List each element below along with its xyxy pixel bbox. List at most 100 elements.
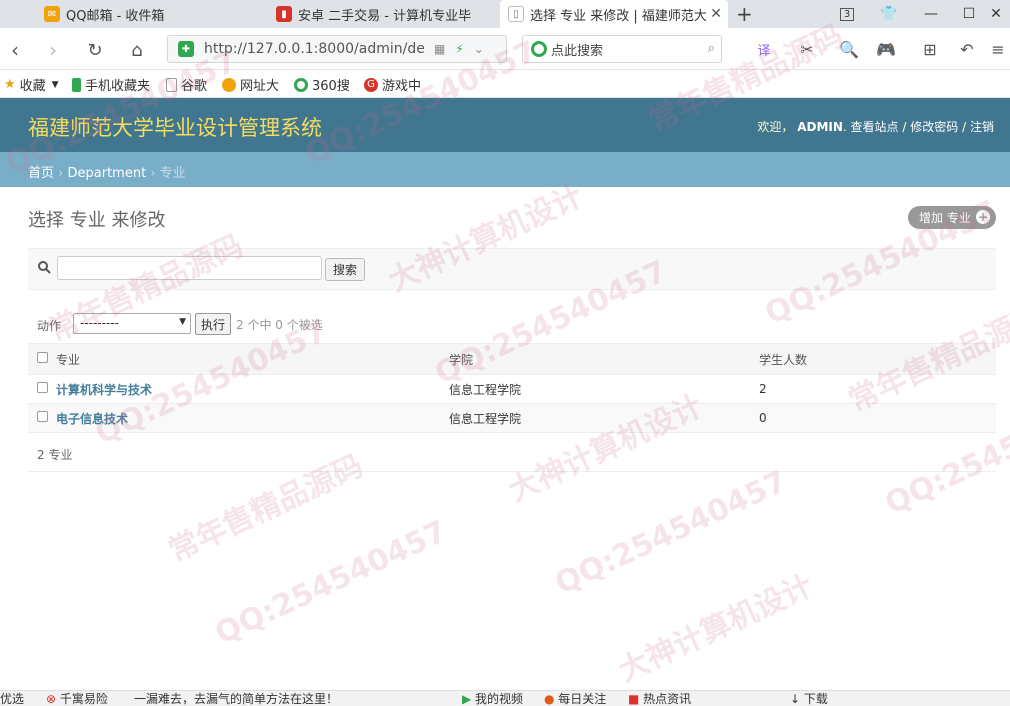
- chevron-down-icon[interactable]: ⌄: [474, 42, 484, 56]
- tab-qq-mail[interactable]: ✉ QQ邮箱 - 收件箱: [36, 0, 256, 28]
- breadcrumb: 首页 › Department › 专业: [0, 152, 1010, 187]
- add-department-button[interactable]: 增加 专业 +: [908, 206, 996, 229]
- bookmark-nav[interactable]: 网址大: [222, 75, 279, 94]
- secure-shield-icon: ✚: [178, 41, 194, 57]
- action-select[interactable]: --------- ▼: [73, 313, 191, 334]
- flame-icon: ●: [544, 692, 559, 706]
- bookmark-360[interactable]: 360搜: [294, 75, 350, 94]
- search-button[interactable]: 搜索: [325, 258, 365, 281]
- skin-icon[interactable]: 👕: [872, 0, 906, 28]
- browser-status-bar: 优选 ⊗ 千寓易险 一漏难去，去漏气的简单方法在这里！ ▶ 我的视频 ● 每日关…: [0, 690, 1010, 706]
- status-item[interactable]: ■ 热点资讯: [628, 693, 691, 706]
- undo-icon[interactable]: ↶: [955, 38, 979, 60]
- admin-header: 福建师范大学毕业设计管理系统 欢迎， ADMIN. 查看站点 / 修改密码 / …: [0, 98, 1010, 152]
- column-header-students[interactable]: 学生人数: [759, 343, 996, 375]
- page-title: 选择 专业 来修改: [28, 210, 166, 231]
- home-icon[interactable]: ⌂: [124, 37, 150, 63]
- user-tools: 欢迎， ADMIN. 查看站点 / 修改密码 / 注销: [757, 120, 994, 134]
- selection-counter: 2 个中 0 个被选: [236, 318, 323, 332]
- globe-icon: [222, 77, 236, 92]
- logout-link[interactable]: 注销: [970, 120, 994, 134]
- breadcrumb-home[interactable]: 首页: [28, 166, 54, 181]
- bookmarks-bar: ★ 收藏 ▼ 手机收藏夹 谷歌 网址大 360搜 G 游戏中: [0, 70, 1010, 98]
- star-icon: ★: [4, 77, 16, 92]
- new-tab-button[interactable]: +: [736, 2, 753, 26]
- apps-grid-icon[interactable]: ⊞: [918, 38, 942, 60]
- qq-mail-icon: ✉: [44, 6, 60, 22]
- select-all-checkbox[interactable]: [37, 352, 48, 363]
- actions-label: 动作: [37, 319, 62, 333]
- gamepad-icon[interactable]: 🎮: [874, 38, 898, 60]
- bookmark-label: 手机收藏夹: [85, 79, 151, 94]
- bookmark-mobile[interactable]: 手机收藏夹: [72, 75, 150, 94]
- search-icon[interactable]: ⌕: [708, 41, 715, 56]
- watermark: QQ:254540457: [210, 513, 453, 652]
- tab-label: 选择 专业 来修改 | 福建师范大: [530, 8, 707, 24]
- major-link[interactable]: 电子信息技术: [56, 412, 128, 426]
- status-item[interactable]: 一漏难去，去漏气的简单方法在这里！: [134, 693, 338, 706]
- bookmark-label: 游戏中: [382, 79, 422, 94]
- row-checkbox-cell: [28, 374, 56, 404]
- execute-action-button[interactable]: 执行: [195, 313, 231, 335]
- back-icon[interactable]: ‹: [2, 37, 28, 63]
- caret-down-icon: ▼: [51, 79, 59, 90]
- tab-counter[interactable]: 3: [830, 0, 864, 28]
- status-item[interactable]: ⊗ 千寓易险: [46, 693, 108, 706]
- menu-icon[interactable]: ≡: [988, 38, 1008, 60]
- bookmark-games[interactable]: G 游戏中: [364, 75, 421, 94]
- close-icon: ⊗: [46, 692, 60, 706]
- plus-icon: +: [976, 210, 990, 224]
- lightning-icon[interactable]: ⚡: [455, 42, 463, 56]
- row-checkbox[interactable]: [37, 411, 48, 422]
- column-header-college[interactable]: 学院: [449, 343, 759, 375]
- major-link[interactable]: 计算机科学与技术: [56, 383, 152, 397]
- table-header-row: 专业 学院 学生人数: [28, 343, 996, 375]
- bookmark-label: 网址大: [240, 79, 280, 94]
- search-input[interactable]: [57, 256, 322, 280]
- college-cell: 信息工程学院: [449, 374, 759, 404]
- bookmark-google[interactable]: 谷歌: [166, 75, 207, 94]
- username: ADMIN: [797, 120, 843, 134]
- close-window-button[interactable]: ✕: [982, 0, 1010, 28]
- students-cell: 0: [759, 403, 996, 433]
- magnifier-icon[interactable]: 🔍: [837, 38, 861, 60]
- tab-secondhand[interactable]: ▮ 安卓 二手交易 - 计算机专业毕: [268, 0, 494, 28]
- maximize-button[interactable]: ☐: [952, 0, 986, 28]
- breadcrumb-app[interactable]: Department: [68, 166, 147, 181]
- minimize-button[interactable]: —: [914, 0, 948, 28]
- breadcrumb-separator: ›: [58, 166, 64, 181]
- column-header-major[interactable]: 专业: [56, 343, 449, 375]
- status-item[interactable]: 优选: [0, 693, 24, 706]
- status-item[interactable]: ▶ 我的视频: [462, 693, 523, 706]
- separator: /: [962, 120, 967, 134]
- status-item[interactable]: ↓ 下载: [790, 693, 828, 706]
- separator: /: [902, 120, 907, 134]
- status-item[interactable]: ● 每日关注: [544, 693, 606, 706]
- scissors-icon[interactable]: ✂: [795, 38, 819, 60]
- forward-icon[interactable]: ›: [40, 37, 66, 63]
- search-360-icon: [531, 41, 547, 57]
- qr-code-icon[interactable]: ▦: [434, 42, 445, 56]
- url-text: http://127.0.0.1:8000/admin/dep: [204, 41, 424, 57]
- welcome-text: 欢迎，: [757, 120, 794, 134]
- translate-icon[interactable]: 译: [752, 38, 776, 60]
- select-all-cell: [28, 343, 56, 375]
- address-bar[interactable]: ✚ http://127.0.0.1:8000/admin/dep ▦ ⚡ ⌄: [167, 35, 507, 63]
- row-checkbox[interactable]: [37, 382, 48, 393]
- add-button-label: 增加 专业: [919, 211, 971, 225]
- tab-active-admin[interactable]: ▯ 选择 专业 来修改 | 福建师范大 ✕: [500, 0, 728, 28]
- change-password-link[interactable]: 修改密码: [910, 120, 958, 134]
- reload-icon[interactable]: ↻: [82, 37, 108, 63]
- close-tab-icon[interactable]: ✕: [710, 6, 722, 22]
- search-placeholder: 点此搜索: [551, 43, 604, 59]
- view-site-link[interactable]: 查看站点: [851, 120, 899, 134]
- site-title[interactable]: 福建师范大学毕业设计管理系统: [28, 112, 322, 142]
- tab-label: 安卓 二手交易 - 计算机专业毕: [298, 8, 472, 24]
- video-icon: ▶: [462, 692, 476, 706]
- result-table: 专业 学院 学生人数 计算机科学与技术 信息工程学院 2 电子信息技术 信息工程…: [28, 343, 996, 433]
- watermark: QQ:254540457: [550, 463, 793, 602]
- search-box[interactable]: 点此搜索 ⌕: [522, 35, 722, 63]
- download-icon: ↓: [790, 692, 804, 706]
- bookmark-favorites[interactable]: ★ 收藏 ▼: [4, 75, 59, 94]
- tab-label: QQ邮箱 - 收件箱: [66, 8, 165, 24]
